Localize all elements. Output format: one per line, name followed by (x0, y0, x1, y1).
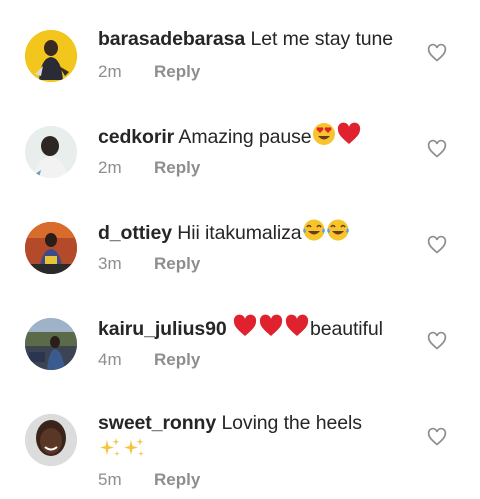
sparkles-emoji (98, 436, 122, 467)
comment-meta: 2m Reply (98, 157, 200, 179)
reply-button[interactable]: Reply (154, 62, 200, 81)
like-icon[interactable] (427, 331, 447, 351)
comment-text: sweet_ronny Loving the heels (98, 410, 408, 467)
timestamp: 4m (98, 350, 122, 369)
comment-meta: 2m Reply (98, 61, 200, 83)
comment-text: kairu_julius90 beautiful (98, 314, 408, 345)
timestamp: 3m (98, 254, 122, 273)
timestamp: 2m (98, 62, 122, 81)
red-heart-emoji (336, 122, 362, 153)
username[interactable]: sweet_ronny (98, 412, 216, 434)
reply-button[interactable]: Reply (154, 350, 200, 369)
tears-of-joy-emoji (326, 218, 350, 249)
reply-button[interactable]: Reply (154, 470, 200, 489)
heart-eyes-emoji (312, 122, 336, 153)
comment-text: cedkorir Amazing pause (98, 122, 408, 153)
comment-body: Amazing pause (178, 126, 312, 148)
reply-button[interactable]: Reply (154, 254, 200, 273)
comment-meta: 4m Reply (98, 349, 200, 371)
timestamp: 5m (98, 470, 122, 489)
comment-text: barasadebarasa Let me stay tune (98, 26, 408, 52)
username[interactable]: barasadebarasa (98, 28, 245, 50)
red-heart-emoji (284, 314, 310, 345)
avatar[interactable] (25, 318, 77, 370)
avatar[interactable] (25, 222, 77, 274)
sparkles-emoji (122, 436, 146, 467)
comment-body: Let me stay tune (250, 28, 394, 50)
username[interactable]: cedkorir (98, 126, 174, 148)
avatar[interactable] (25, 126, 77, 178)
like-icon[interactable] (427, 43, 447, 63)
comment-body: beautiful (310, 318, 383, 340)
like-icon[interactable] (427, 235, 447, 255)
avatar[interactable] (25, 414, 77, 466)
reply-button[interactable]: Reply (154, 158, 200, 177)
username[interactable]: kairu_julius90 (98, 318, 227, 340)
comment-meta: 3m Reply (98, 253, 200, 275)
username[interactable]: d_ottiey (98, 222, 172, 244)
red-heart-emoji (258, 314, 284, 345)
tears-of-joy-emoji (302, 218, 326, 249)
like-icon[interactable] (427, 427, 447, 447)
red-heart-emoji (232, 314, 258, 345)
comment-meta: 5m Reply (98, 469, 200, 491)
comment-body: Hii itakumaliza (177, 222, 302, 244)
avatar[interactable] (25, 30, 77, 82)
comment-text: d_ottiey Hii itakumaliza (98, 218, 408, 249)
like-icon[interactable] (427, 139, 447, 159)
comment-body: Loving the heels (221, 412, 362, 434)
timestamp: 2m (98, 158, 122, 177)
